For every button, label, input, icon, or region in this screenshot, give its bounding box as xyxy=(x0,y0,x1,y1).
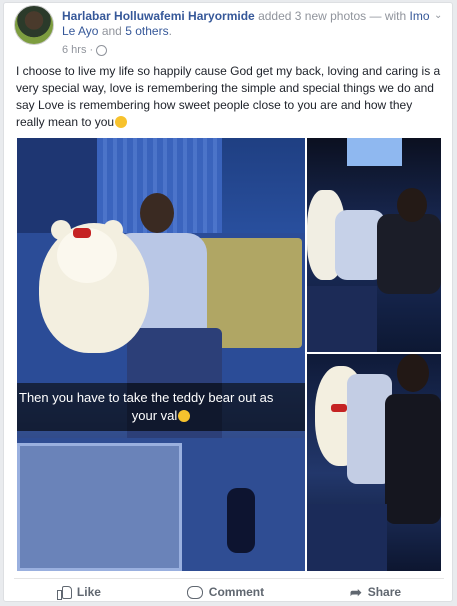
photo-caption-line2-text: your val xyxy=(131,408,178,423)
photo-bottom-right[interactable] xyxy=(307,354,441,571)
facepalm-emoji-icon xyxy=(178,410,191,422)
photo-tv-shape xyxy=(347,138,402,166)
share-button[interactable]: ➦ Share xyxy=(350,585,401,599)
share-icon: ➦ xyxy=(349,584,362,600)
photo-main[interactable]: Then you have to take the teddy bear out… xyxy=(17,138,305,571)
globe-icon xyxy=(96,44,108,56)
photo-bear-bow-shape xyxy=(331,404,347,412)
photo-person-head-shape xyxy=(397,188,427,222)
thumbs-up-icon xyxy=(56,585,72,600)
share-label: Share xyxy=(367,585,402,599)
avatar[interactable] xyxy=(14,5,54,45)
timestamp[interactable]: 6 hrs · xyxy=(62,44,93,56)
photo-grid: Then you have to take the teddy bear out… xyxy=(17,138,441,571)
photo-caption-line2: your val xyxy=(17,407,305,425)
post-headline: Harlabar Holluwafemi Haryormide added 3 … xyxy=(62,9,432,39)
and-text: and xyxy=(101,24,122,38)
comment-button[interactable]: Comment xyxy=(186,585,265,599)
post-card: Harlabar Holluwafemi Haryormide added 3 … xyxy=(3,2,453,602)
photo-bear-bow-shape xyxy=(73,228,91,238)
comment-label: Comment xyxy=(208,585,265,599)
photo-caption: Then you have to take the teddy bear out… xyxy=(17,383,305,431)
photo-table-shape xyxy=(307,504,387,571)
photo-table-shape xyxy=(307,286,377,352)
photo-person-head-shape xyxy=(397,354,429,392)
post-meta: 6 hrs · xyxy=(62,44,108,56)
photo-caption-band: Then you have to take the teddy bear out… xyxy=(17,383,305,431)
author-name[interactable]: Harlabar Holluwafemi Haryormide xyxy=(62,9,255,23)
post-text: I choose to live my life so happily caus… xyxy=(16,63,444,131)
laughing-emoji-icon xyxy=(115,116,128,128)
photo-shoe-shape xyxy=(227,488,255,553)
photo-person-shape xyxy=(385,394,441,524)
others-link[interactable]: 5 others xyxy=(125,24,168,38)
chevron-down-icon[interactable]: ⌄ xyxy=(434,11,444,21)
comment-icon xyxy=(186,585,203,599)
photo-caption-line1: Then you have to take the teddy bear out… xyxy=(19,390,274,405)
like-button[interactable]: Like xyxy=(56,585,101,600)
post-header: Harlabar Holluwafemi Haryormide added 3 … xyxy=(14,5,444,56)
post-actions: Like Comment ➦ Share xyxy=(14,578,444,603)
photo-table-shape xyxy=(17,443,182,571)
period-text: . xyxy=(168,24,172,38)
photo-person-head-shape xyxy=(140,193,174,233)
post-action-text: added 3 new photos — with xyxy=(258,9,407,23)
post-body: I choose to live my life so happily caus… xyxy=(16,64,441,129)
photo-top-right[interactable] xyxy=(307,138,441,352)
like-label: Like xyxy=(76,585,101,599)
photo-person-shape xyxy=(377,214,441,294)
